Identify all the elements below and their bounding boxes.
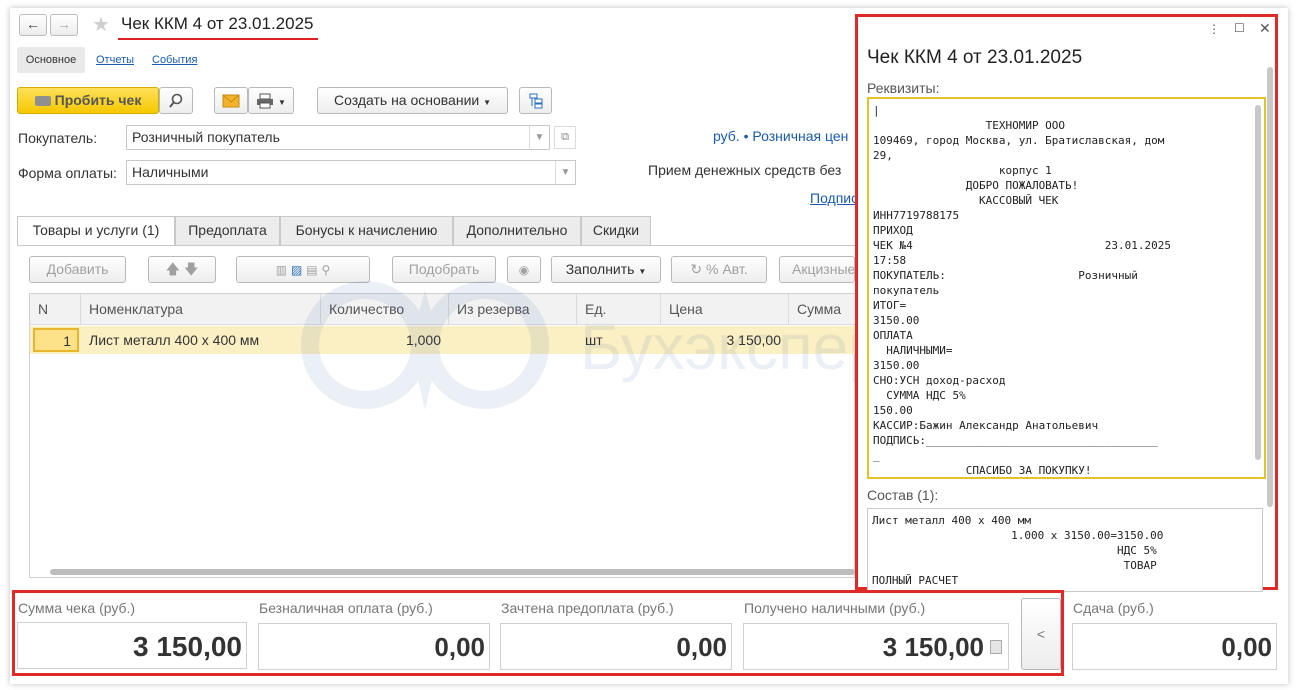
print-button[interactable]: ▼ (248, 87, 294, 114)
change-value: 0,00 (1072, 623, 1277, 670)
arrow-down-icon: 🡇 (183, 261, 199, 277)
payment-label: Форма оплаты: (18, 165, 117, 181)
arrow-left-icon: ← (26, 16, 40, 32)
change-label: Сдача (руб.) (1073, 600, 1154, 616)
structure-button[interactable] (519, 87, 552, 114)
requisites-label: Реквизиты: (867, 80, 940, 96)
add-button[interactable]: Добавить (29, 256, 126, 283)
receipt-panel: ⋮ ☐ ✕ Чек ККМ 4 от 23.01.2025 Реквизиты:… (855, 14, 1278, 592)
payment-field[interactable]: Наличными ▼ (126, 160, 576, 185)
hierarchy-icon (529, 93, 542, 109)
cash-value: 3 150,00 (882, 632, 984, 662)
printer-stamp-icon (34, 96, 51, 107)
forward-button[interactable]: → (50, 14, 78, 36)
chevron-down-icon: ▼ (483, 98, 492, 107)
item-cell[interactable]: Лист металл 400 х 400 мм (89, 326, 319, 354)
receipt-text-area[interactable]: | ТЕХНОМИР ООО 109469, город Москва, ул.… (867, 97, 1266, 479)
cash-receipt-text: Прием денежных средств без (648, 162, 842, 178)
create-based-on-label: Создать на основании (333, 92, 480, 108)
chevron-down-icon[interactable]: ▼ (529, 126, 549, 149)
cash-field[interactable]: 3 150,00 (743, 623, 1009, 670)
chevron-left-icon: < (1036, 626, 1046, 642)
receipt-scrollbar[interactable] (1255, 105, 1261, 460)
title-highlight (118, 38, 318, 40)
watermark-logo-icon (301, 281, 549, 410)
sum-value: 3 150,00 (17, 622, 247, 669)
cashless-value[interactable]: 0,00 (258, 623, 490, 670)
nav-tab-reports[interactable]: Отчеты (96, 54, 134, 66)
envelope-icon (222, 94, 240, 108)
barcode-icon: ▥ (275, 263, 288, 277)
move-buttons[interactable]: 🡅 🡇 (148, 256, 216, 283)
column-header-item[interactable]: Номенклатура (81, 294, 321, 325)
more-icon[interactable]: ⋮ (1208, 22, 1220, 36)
collapse-button[interactable]: < (1021, 598, 1061, 670)
chevron-down-icon[interactable]: ▼ (555, 161, 575, 184)
punch-check-label: Пробить чек (54, 92, 142, 108)
tab-additional[interactable]: Дополнительно (453, 216, 581, 245)
tab-divider (17, 245, 855, 246)
create-based-on-button[interactable]: Создать на основании ▼ (317, 87, 508, 114)
buyer-field[interactable]: Розничный покупатель ▼ (126, 125, 550, 150)
buyer-label: Покупатель: (18, 130, 98, 146)
preview-button[interactable] (159, 87, 193, 114)
prepay-value: 0,00 (500, 623, 732, 670)
prepay-label: Зачтена предоплата (руб.) (501, 600, 674, 616)
sostav-text: Лист металл 400 х 400 мм 1.000 x 3150.00… (872, 514, 1164, 587)
page-title: Чек ККМ 4 от 23.01.2025 (121, 14, 314, 33)
app: ← → ★ Чек ККМ 4 от 23.01.2025 Основное О… (0, 0, 1297, 690)
sostav-label: Состав (1): (867, 487, 939, 503)
favorite-star-icon[interactable]: ★ (92, 12, 110, 37)
tab-prepayment[interactable]: Предоплата (175, 216, 280, 245)
back-button[interactable]: ← (19, 14, 47, 36)
tab-discounts[interactable]: Скидки (581, 216, 651, 245)
magnifier-icon (169, 93, 183, 108)
price-type-link[interactable]: руб. • Розничная цен (713, 128, 848, 144)
tab-goods[interactable]: Товары и услуги (1) (17, 216, 175, 246)
nav-tab-events[interactable]: События (152, 54, 197, 66)
email-button[interactable] (214, 87, 248, 114)
payment-value: Наличными (132, 164, 209, 180)
receipt-text: | ТЕХНОМИР ООО 109469, город Москва, ул.… (873, 104, 1172, 477)
open-link-icon[interactable]: ⧉ (554, 126, 576, 149)
receipt-panel-title: Чек ККМ 4 от 23.01.2025 (867, 47, 1083, 68)
cash-label: Получено наличными (руб.) (744, 600, 926, 616)
calculator-icon[interactable] (990, 640, 1002, 654)
sum-label: Сумма чека (руб.) (18, 600, 136, 616)
cashless-label: Безналичная оплата (руб.) (259, 600, 433, 616)
horizontal-scrollbar[interactable] (50, 569, 855, 575)
tab-bonuses[interactable]: Бонусы к начислению (280, 216, 453, 245)
nav-tab-main[interactable]: Основное (17, 47, 85, 73)
close-icon[interactable]: ✕ (1259, 20, 1271, 37)
row-number-cell[interactable]: 1 (33, 328, 79, 352)
panel-scrollbar[interactable] (1267, 67, 1273, 507)
sostav-text-area[interactable]: Лист металл 400 х 400 мм 1.000 x 3150.00… (867, 508, 1263, 592)
arrow-up-icon: 🡅 (165, 261, 181, 277)
arrow-right-icon: → (57, 16, 71, 32)
sign-link[interactable]: Подпис (810, 190, 858, 206)
column-header-n[interactable]: N (30, 294, 81, 325)
chevron-down-icon: ▼ (277, 98, 286, 107)
buyer-value: Розничный покупатель (132, 129, 280, 145)
printer-icon (257, 93, 274, 109)
maximize-icon[interactable]: ☐ (1234, 21, 1245, 35)
punch-check-button[interactable]: Пробить чек (17, 87, 159, 114)
